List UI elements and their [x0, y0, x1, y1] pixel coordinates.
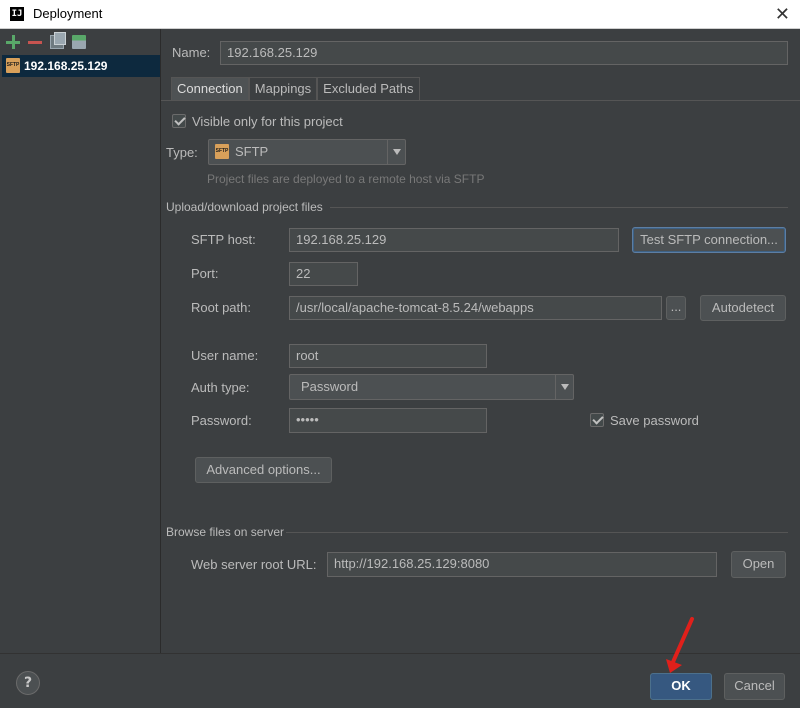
- browse-section-divider: [286, 532, 788, 533]
- advanced-options-button[interactable]: Advanced options...: [195, 457, 332, 483]
- name-field[interactable]: 192.168.25.129: [220, 41, 788, 65]
- chevron-down-icon[interactable]: [387, 140, 405, 164]
- type-combo[interactable]: SFTP SFTP: [208, 139, 406, 165]
- password-field[interactable]: •••••: [289, 408, 487, 433]
- port-field[interactable]: 22: [289, 262, 358, 286]
- intellij-app-icon: IJ: [10, 7, 24, 21]
- sftp-icon: SFTP: [6, 58, 20, 73]
- type-hint: Project files are deployed to a remote h…: [207, 172, 485, 186]
- server-list-item[interactable]: SFTP 192.168.25.129: [2, 55, 160, 77]
- window-title: Deployment: [33, 6, 103, 21]
- ok-button[interactable]: OK: [650, 673, 712, 700]
- browse-button[interactable]: ...: [666, 296, 686, 320]
- visible-only-checkbox[interactable]: [172, 114, 186, 128]
- tab-divider: [161, 100, 800, 101]
- test-connection-button[interactable]: Test SFTP connection...: [632, 227, 786, 253]
- auth-type-label: Auth type:: [191, 380, 250, 395]
- tab-bar: Connection Mappings Excluded Paths: [171, 77, 420, 100]
- save-password-checkbox[interactable]: [590, 413, 604, 427]
- password-label: Password:: [191, 413, 252, 428]
- auth-type-combo[interactable]: Password: [289, 374, 574, 400]
- cancel-button[interactable]: Cancel: [724, 673, 785, 700]
- type-label: Type:: [166, 145, 198, 160]
- default-server-icon[interactable]: [72, 35, 86, 49]
- chevron-down-icon[interactable]: [555, 375, 573, 399]
- root-path-label: Root path:: [191, 300, 251, 315]
- minus-icon[interactable]: [28, 35, 42, 49]
- save-password-label: Save password: [610, 413, 699, 428]
- tab-excluded-paths[interactable]: Excluded Paths: [317, 77, 420, 100]
- tab-mappings[interactable]: Mappings: [248, 77, 318, 100]
- close-icon[interactable]: ✕: [775, 4, 790, 25]
- browse-section-title: Browse files on server: [166, 525, 285, 539]
- user-name-label: User name:: [191, 348, 259, 363]
- sftp-type-icon: SFTP: [215, 144, 229, 159]
- server-item-label: 192.168.25.129: [24, 59, 108, 73]
- tab-connection[interactable]: Connection: [171, 77, 249, 100]
- type-combo-value: SFTP: [235, 144, 269, 159]
- help-icon[interactable]: ?: [16, 671, 40, 695]
- title-bar: IJ Deployment ✕: [0, 0, 800, 29]
- upload-section-title: Upload/download project files: [166, 200, 323, 214]
- annotation-arrow-icon: [666, 617, 694, 673]
- copy-icon[interactable]: [50, 32, 66, 49]
- open-button[interactable]: Open: [731, 551, 786, 578]
- port-label: Port:: [191, 266, 219, 281]
- web-root-url-field[interactable]: http://192.168.25.129:8080: [327, 552, 717, 577]
- auth-type-value: Password: [301, 379, 359, 394]
- server-list-pane: SFTP 192.168.25.129: [0, 29, 161, 653]
- autodetect-button[interactable]: Autodetect: [700, 295, 786, 321]
- sftp-host-label: SFTP host:: [191, 232, 256, 247]
- root-path-field[interactable]: /usr/local/apache-tomcat-8.5.24/webapps: [289, 296, 662, 320]
- plus-icon[interactable]: [6, 35, 20, 49]
- visible-only-label: Visible only for this project: [192, 114, 343, 129]
- web-root-url-label: Web server root URL:: [191, 557, 317, 572]
- upload-section-divider: [330, 207, 788, 208]
- server-toolbar: [6, 32, 86, 51]
- user-name-field[interactable]: root: [289, 344, 487, 368]
- name-label: Name:: [172, 45, 211, 60]
- sftp-host-field[interactable]: 192.168.25.129: [289, 228, 619, 252]
